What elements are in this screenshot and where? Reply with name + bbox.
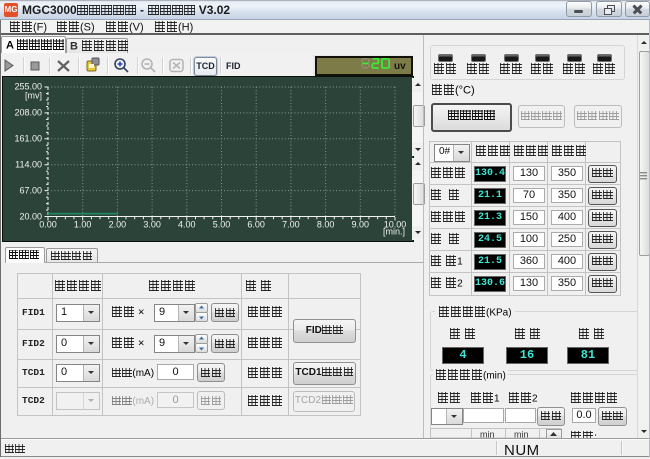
svg-text:[min.]: [min.] [383,227,405,237]
svg-text:8.00: 8.00 [317,220,335,230]
svg-text:7.00: 7.00 [282,220,300,230]
svg-text:9.00: 9.00 [352,220,370,230]
svg-text:161.00: 161.00 [14,134,42,144]
svg-text:1.00: 1.00 [74,220,92,230]
svg-text:min: min [480,430,495,439]
svg-text:67.00: 67.00 [19,186,42,196]
svg-text:6.00: 6.00 [247,220,265,230]
svg-text:4.00: 4.00 [178,220,196,230]
svg-text:5.00: 5.00 [213,220,231,230]
svg-text:114.00: 114.00 [15,160,42,170]
svg-text:2.00: 2.00 [109,220,127,230]
svg-text:min: min [514,430,529,439]
svg-text:[mv]: [mv] [25,91,42,101]
svg-text:3.00: 3.00 [143,220,161,230]
svg-text:208.00: 208.00 [14,108,42,118]
svg-text:0.00: 0.00 [39,220,57,230]
